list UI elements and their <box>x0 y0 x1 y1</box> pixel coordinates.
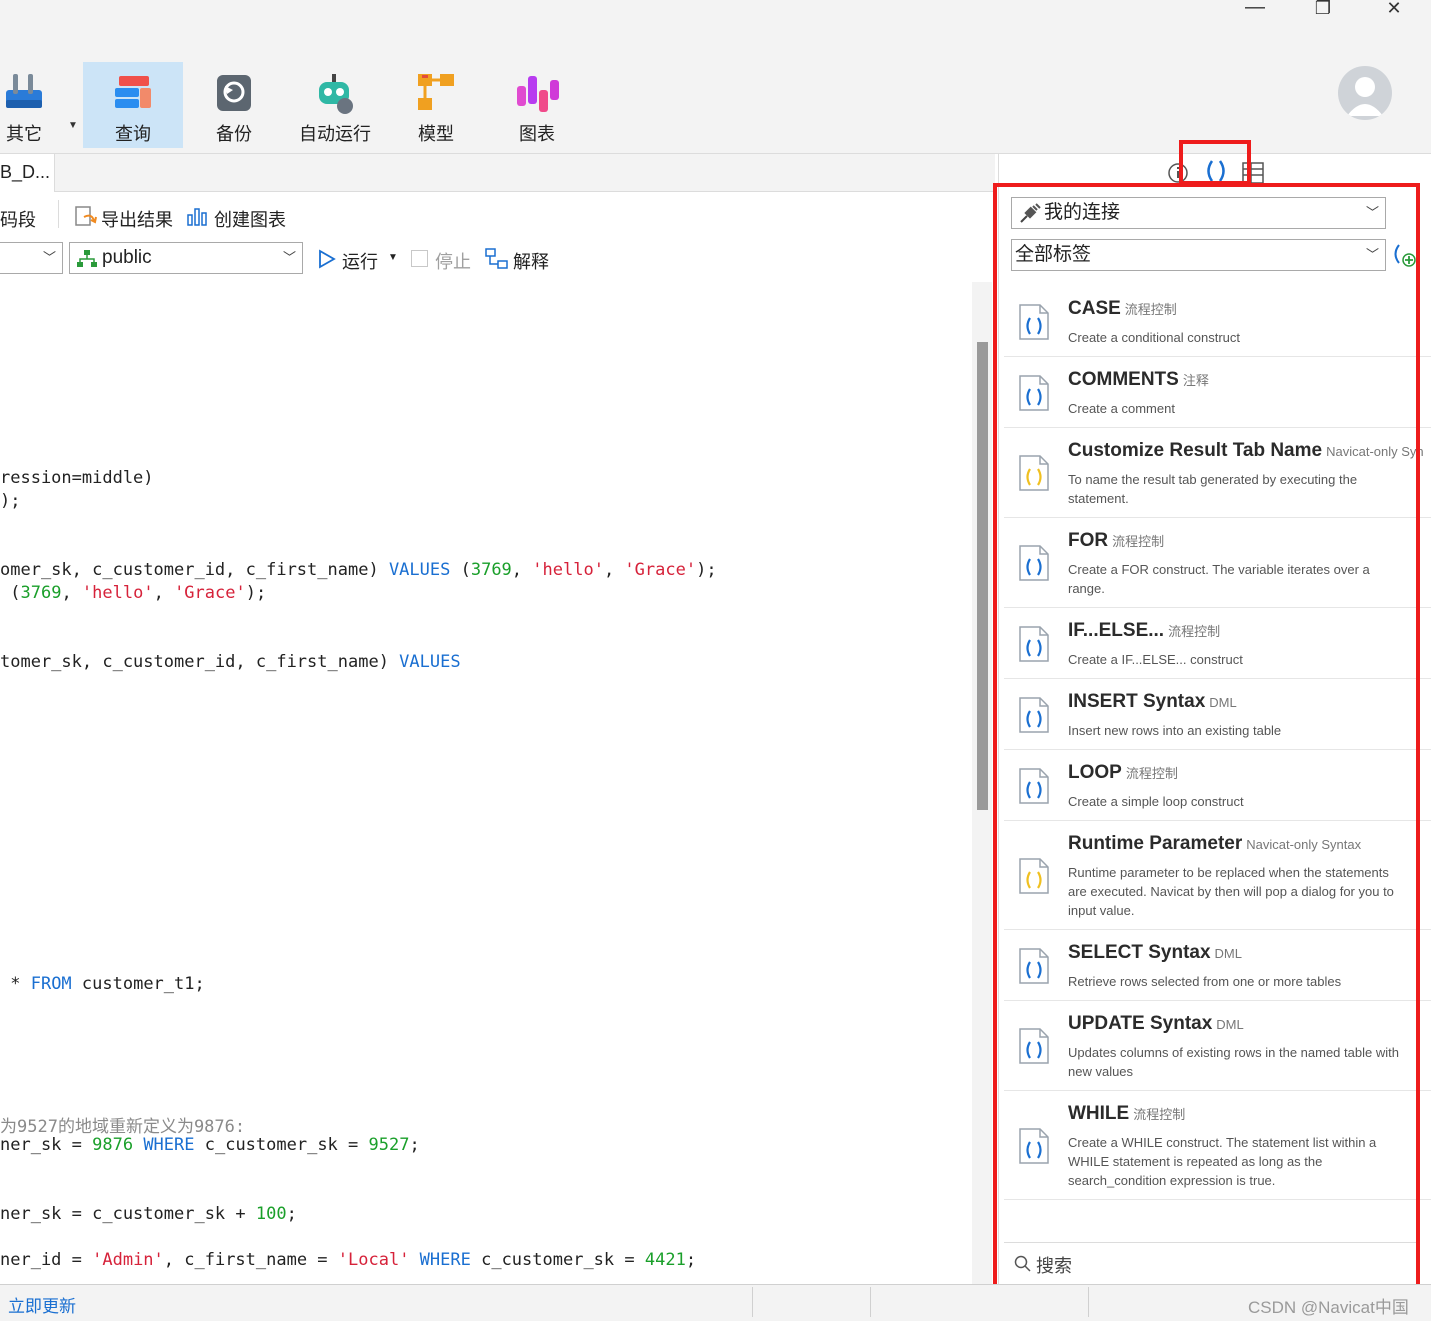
status-bar: 立即更新 CSDN @Navicat中国 <box>0 1284 1431 1321</box>
chevron-down-icon: ﹀ <box>42 250 56 265</box>
ribbon-label: 查询 <box>115 124 151 144</box>
code-line: omer_sk, c_customer_id, c_first_name) VA… <box>0 560 717 580</box>
code-comment: 为9527的地域重新定义为9876: <box>0 1117 246 1137</box>
avatar[interactable] <box>1338 66 1392 120</box>
schema-icon <box>77 250 97 267</box>
code-line: * FROM customer_t1; <box>0 974 205 994</box>
explain-button[interactable]: 解释 <box>513 248 549 274</box>
query-tab[interactable]: B_D... <box>0 154 55 192</box>
chevron-down-icon[interactable]: ▼ <box>388 252 398 263</box>
minimize-icon[interactable]: — <box>1243 0 1267 18</box>
divider <box>58 200 59 228</box>
restore-icon[interactable]: ❐ <box>1311 0 1335 19</box>
ribbon-other-button[interactable]: 其它 <box>0 62 74 148</box>
export-result-button[interactable]: 导出结果 <box>101 206 173 232</box>
watermark: CSDN @Navicat中国 <box>1248 1298 1409 1317</box>
ribbon-model-button[interactable]: 模型 <box>386 62 486 148</box>
scrollbar-thumb[interactable] <box>977 342 988 810</box>
ribbon-label: 自动运行 <box>299 124 371 144</box>
chevron-down-icon: ﹀ <box>282 250 296 265</box>
code-line: ner_id = 'Admin', c_first_name = 'Local'… <box>0 1250 697 1270</box>
editor-toolbar: 码段 导出结果 创建图表 <box>0 192 995 238</box>
code-line: tomer_sk, c_customer_id, c_first_name) V… <box>0 652 461 672</box>
robot-icon <box>319 74 353 114</box>
code-line: ); <box>0 491 21 511</box>
create-chart-button[interactable]: 创建图表 <box>214 206 286 232</box>
query-icon <box>115 76 151 108</box>
update-now-link[interactable]: 立即更新 <box>8 1292 76 1317</box>
backup-icon <box>217 75 251 111</box>
run-icon <box>319 249 336 269</box>
ribbon-chart-button[interactable]: 图表 <box>487 62 587 148</box>
code-line: ner_sk = c_customer_sk + 100; <box>0 1204 297 1224</box>
ribbon-label: 备份 <box>216 124 252 144</box>
ribbon-autorun-button[interactable]: 自动运行 <box>285 62 385 148</box>
title-bar: — ❐ ✕ <box>0 0 1431 22</box>
code-line: (3769, 'hello', 'Grace'); <box>0 583 267 603</box>
chevron-down-icon[interactable]: ▼ <box>68 120 78 131</box>
close-icon[interactable]: ✕ <box>1382 0 1406 19</box>
ribbon-backup-button[interactable]: 备份 <box>184 62 284 148</box>
code-snippet-label[interactable]: 码段 <box>0 206 36 232</box>
stop-icon <box>411 250 428 267</box>
ribbon-label: 图表 <box>519 124 555 144</box>
highlight-box <box>993 183 1420 1289</box>
stop-button[interactable]: 停止 <box>435 248 471 274</box>
tools-icon <box>6 74 42 108</box>
ribbon-toolbar: 其它 ▼ 查询 备份 自动运行 模型 图表 <box>0 22 1431 154</box>
sql-editor[interactable]: ression=middle) ); omer_sk, c_customer_i… <box>0 282 970 1284</box>
divider <box>1088 1287 1089 1317</box>
schema-select[interactable]: public ﹀ <box>69 242 303 274</box>
user-icon <box>1347 77 1383 116</box>
divider <box>870 1287 871 1317</box>
export-icon <box>75 206 97 226</box>
schema-value: public <box>102 247 152 268</box>
bar-chart-icon <box>187 208 207 226</box>
ribbon-label: 模型 <box>418 124 454 144</box>
ribbon-label: 其它 <box>6 124 42 144</box>
chart-icon <box>517 76 559 112</box>
run-button[interactable]: 运行 <box>342 248 378 274</box>
editor-toolbar-run: ﹀ public ﹀ 运行 ▼ 停止 解释 <box>0 238 995 282</box>
highlight-box <box>1179 140 1251 185</box>
ribbon-query-button[interactable]: 查询 <box>83 62 183 148</box>
divider <box>752 1287 753 1317</box>
code-line: ression=middle) <box>0 468 154 488</box>
database-select[interactable]: ﹀ <box>0 242 63 274</box>
editor-tab-strip: B_D... <box>0 154 995 192</box>
explain-icon <box>485 248 508 269</box>
model-icon <box>418 74 454 110</box>
code-line: ner_sk = 9876 WHERE c_customer_sk = 9527… <box>0 1135 420 1155</box>
